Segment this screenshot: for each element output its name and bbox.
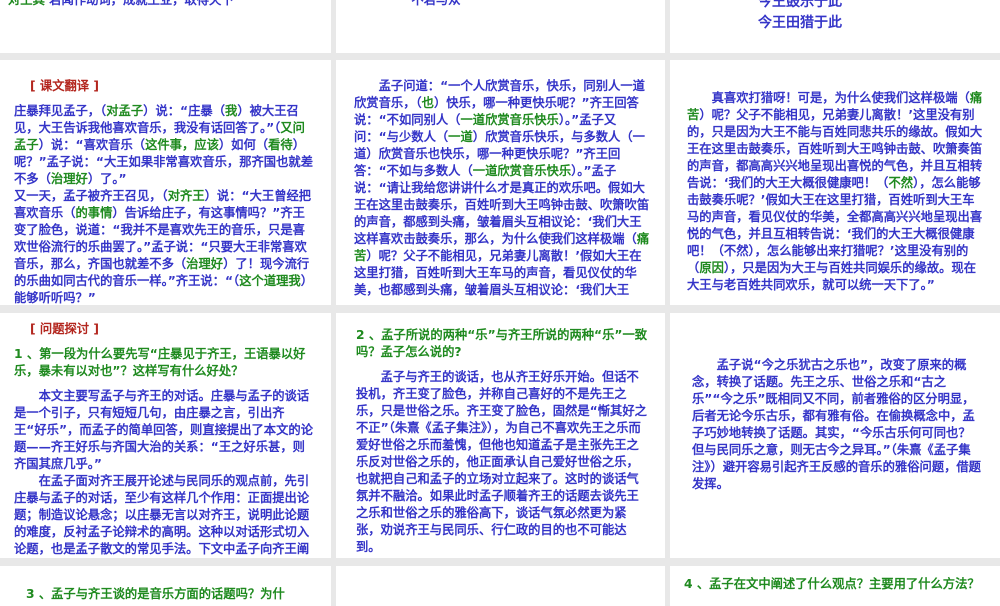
- annotation-text: 的事情: [75, 206, 113, 220]
- slide-thumbnail-translation-2[interactable]: 孟子问道：“一个人欣赏音乐，快乐，同别人一道欣赏音乐，（也）快乐，哪一种更快乐呢…: [336, 60, 665, 305]
- slide-text: 孟子问道：“一个人欣赏音乐，快乐，同别人一道欣赏音乐，（也）快乐，哪一种更快乐呢…: [354, 78, 652, 299]
- body-text: 今王田猎于此: [758, 15, 842, 31]
- paragraph: 庄暴拜见孟子，（对孟子）说：“庄暴（我）被大王召见，大王告诉我他喜欢音乐，我没有…: [14, 103, 316, 188]
- body-text: 本文主要写孟子与齐王的对话。庄暴与孟子的谈话是一个引子，只有短短几句，由庄暴之言…: [14, 389, 313, 471]
- body-text: 若闻作动词，成就王业，取得天下: [44, 0, 234, 7]
- slide-thumbnail-question-3[interactable]: 3 、孟子与齐王谈的是音乐方面的话题吗？为什: [0, 566, 331, 606]
- slide-text: 真喜欢打猎呀！可是，为什么使我们这样极端（痛苦）呢？父子不能相见，兄弟妻儿离散！…: [687, 90, 985, 294]
- annotation-text: 对齐王: [167, 189, 205, 203]
- annotation-text: 也: [421, 96, 434, 110]
- slide-thumbnail-translation-1[interactable]: [ 课文翻译 ] 庄暴拜见孟子，（对孟子）说：“庄暴（我）被大王召见，大王告诉我他…: [0, 60, 331, 305]
- annotation-text: 一道欣赏音乐快乐: [472, 164, 572, 178]
- slide-text: 今王鼓乐于此今王田猎于此: [700, 0, 900, 34]
- annotation-text: 我: [225, 104, 238, 118]
- body-text: 又一天，孟子被齐王召见，（: [14, 189, 168, 203]
- slide-text: 4 、孟子在文中阐述了什么观点？主要用了什么方法？: [684, 576, 994, 601]
- paragraph: 又一天，孟子被齐王召见，（对齐王）说：“大王曾经把喜欢音乐（的事情）告诉给庄子，…: [14, 188, 316, 305]
- body-text: ）如何（: [218, 138, 269, 152]
- paragraph: 孟子说“今之乐犹古之乐也”，改变了原来的概念，转换了话题。先王之乐、世俗之乐和“…: [692, 357, 982, 493]
- annotation-text: 4 、孟子在文中阐述了什么观点？主要用了什么方法？: [684, 577, 980, 591]
- body-text: ）了。”: [87, 172, 127, 186]
- slide-thumbnail-question-2-cont[interactable]: 孟子说“今之乐犹古之乐也”，改变了原来的概念，转换了话题。先王之乐、世俗之乐和“…: [670, 313, 1000, 558]
- section-heading: [ 课文翻译 ]: [30, 79, 99, 93]
- body-text: 真喜欢打猎呀！可是，为什么使我们这样极端（: [711, 91, 970, 105]
- paragraph: 孟子问道：“一个人欣赏音乐，快乐，同别人一道欣赏音乐，（也）快乐，哪一种更快乐呢…: [354, 78, 652, 299]
- paragraph: 在孟子面对齐王展开论述与民同乐的观点前，先引庄暴与孟子的对话，至少有这样几个作用…: [14, 473, 316, 558]
- slide-thumbnail-question-2[interactable]: 2 、孟子所说的两种“乐”与齐王所说的两种“乐”一致吗？孟子怎么说的? 孟子与齐王…: [336, 313, 665, 558]
- annotation-text: 对孟子: [106, 104, 144, 118]
- paragraph: 1 、第一段为什么要先写“庄暴见于齐王，王语暴以好乐，暴未有以对也”？这样写有什…: [14, 346, 316, 380]
- annotation-text: 一道: [448, 130, 473, 144]
- body-text: 在孟子面对齐王展开论述与民同乐的观点前，先引庄暴与孟子的对话，至少有这样几个作用…: [14, 474, 310, 556]
- slide-text: 不若与众: [336, 0, 536, 9]
- annotation-text: 1 、第一段为什么要先写“庄暴见于齐王，王语暴以好乐，暴未有以对也”？这样写有什…: [14, 347, 306, 378]
- body-text: 庄暴拜见孟子，（: [14, 104, 107, 118]
- body-text: 不若与众: [411, 0, 461, 7]
- paragraph: 今王田猎于此: [700, 13, 900, 34]
- slide-thumbnail-top-right[interactable]: 今王鼓乐于此今王田猎于此: [670, 0, 1000, 53]
- slide-thumbnail-translation-3[interactable]: 真喜欢打猎呀！可是，为什么使我们这样极端（痛苦）呢？父子不能相见，兄弟妻儿离散！…: [670, 60, 1000, 305]
- body-text: ）说：“喜欢音乐（: [38, 138, 146, 152]
- annotation-text: 治理好: [186, 257, 224, 271]
- paragraph: [ 课文翻译 ]: [30, 78, 316, 95]
- paragraph: 对王其 若闻作动词，成就王业，取得天下: [8, 0, 328, 9]
- body-text: ），只是因为大王与百姓共同娱乐的缘故。现在大王与老百姓共同欢乐，就可以统一天下了…: [687, 261, 977, 292]
- slide-text: 2 、孟子所说的两种“乐”与齐王所说的两种“乐”一致吗？孟子怎么说的? 孟子与齐王…: [356, 327, 650, 556]
- paragraph: [ 问题探讨 ]: [30, 321, 316, 338]
- annotation-text: 2 、孟子所说的两种“乐”与齐王所说的两种“乐”一致吗？孟子怎么说的?: [356, 328, 648, 359]
- annotation-text: 这件事，应该: [145, 138, 219, 152]
- body-text: ）说：“庄暴（: [143, 104, 226, 118]
- paragraph: 3 、孟子与齐王谈的是音乐方面的话题吗？为什: [26, 586, 326, 603]
- paragraph: 4 、孟子在文中阐述了什么观点？主要用了什么方法？: [684, 576, 994, 593]
- annotation-text: 这个道理我: [239, 274, 301, 288]
- annotation-text: 不然: [888, 176, 914, 190]
- slide-thumbnail-question-4[interactable]: 4 、孟子在文中阐述了什么观点？主要用了什么方法？: [670, 566, 1000, 606]
- body-text: 孟子说“今之乐犹古之乐也”，改变了原来的概念，转换了话题。先王之乐、世俗之乐和“…: [692, 358, 981, 491]
- paragraph: 真喜欢打猎呀！可是，为什么使我们这样极端（痛苦）呢？父子不能相见，兄弟妻儿离散！…: [687, 90, 985, 294]
- paragraph: 不若与众: [336, 0, 536, 9]
- slide-thumbnail-top-middle[interactable]: 不若与众: [336, 0, 665, 53]
- annotation-text: 治理好: [50, 172, 88, 186]
- body-text: 孟子与齐王的谈话，也从齐王好乐开始。但话不投机，齐王变了脸色，并称自己喜好的不是…: [356, 370, 647, 554]
- slide-thumbnail-question-1[interactable]: [ 问题探讨 ] 1 、第一段为什么要先写“庄暴见于齐王，王语暴以好乐，暴未有以对…: [0, 313, 331, 558]
- slide-text: 3 、孟子与齐王谈的是音乐方面的话题吗？为什: [26, 586, 326, 606]
- paragraph: 本文主要写孟子与齐王的对话。庄暴与孟子的谈话是一个引子，只有短短几句，由庄暴之言…: [14, 388, 316, 473]
- annotation-text: 对王其: [8, 0, 45, 7]
- paragraph: 孟子与齐王的谈话，也从齐王好乐开始。但话不投机，齐王变了脸色，并称自己喜好的不是…: [356, 369, 650, 556]
- slide-text: [ 课文翻译 ] 庄暴拜见孟子，（对孟子）说：“庄暴（我）被大王召见，大王告诉我他…: [14, 78, 316, 305]
- paragraph: 2 、孟子所说的两种“乐”与齐王所说的两种“乐”一致吗？孟子怎么说的?: [356, 327, 650, 361]
- slide-thumbnail-blank[interactable]: [336, 566, 665, 606]
- body-text: 今王鼓乐于此: [758, 0, 842, 10]
- body-text: ）呢？父子不能相见，兄弟妻儿离散！’假如大王在这里打猎，百姓听到大王车马的声音，…: [354, 249, 642, 297]
- annotation-text: 一道欣赏音乐快乐: [460, 113, 559, 127]
- annotation-text: 原因: [699, 261, 724, 275]
- annotation-text: 看待: [268, 138, 293, 152]
- slide-thumbnail-top-left[interactable]: 对王其 若闻作动词，成就王业，取得天下: [0, 0, 331, 53]
- annotation-text: 3 、孟子与齐王谈的是音乐方面的话题吗？为什: [26, 587, 285, 601]
- slide-text: 孟子说“今之乐犹古之乐也”，改变了原来的概念，转换了话题。先王之乐、世俗之乐和“…: [692, 357, 982, 493]
- slide-text: [ 问题探讨 ] 1 、第一段为什么要先写“庄暴见于齐王，王语暴以好乐，暴未有以对…: [14, 321, 316, 558]
- section-heading: [ 问题探讨 ]: [30, 322, 99, 336]
- slide-text: 对王其 若闻作动词，成就王业，取得天下: [8, 0, 328, 9]
- paragraph: 今王鼓乐于此: [700, 0, 900, 13]
